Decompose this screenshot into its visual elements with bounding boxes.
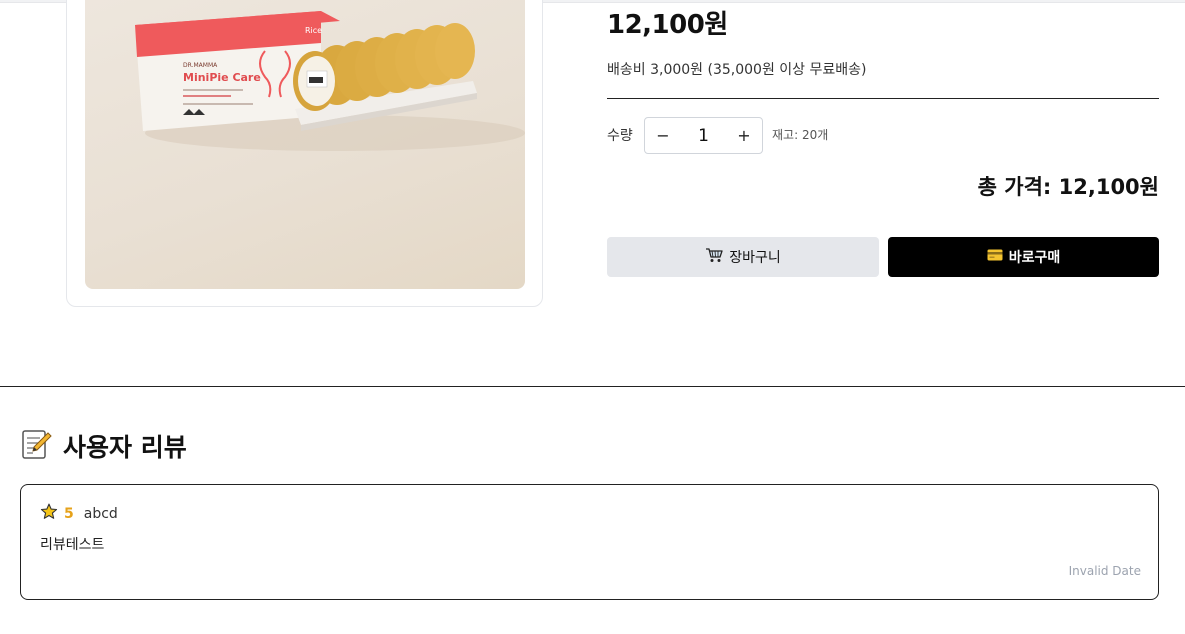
quantity-value[interactable]: 1 — [681, 126, 726, 146]
credit-card-icon — [987, 249, 1003, 265]
review-body: 리뷰테스트 — [40, 537, 105, 553]
box-variant: Rice — [305, 26, 322, 35]
product-photo: DR.MAMMA MiniPie Care Rice — [135, 11, 525, 151]
review-header: 5 abcd — [40, 503, 118, 524]
section-divider — [0, 386, 1185, 387]
quantity-stepper: − 1 + — [644, 117, 763, 154]
product-image: DR.MAMMA MiniPie Care Rice — [85, 0, 525, 289]
reviews-title: 사용자 리뷰 — [63, 433, 187, 462]
memo-icon — [21, 428, 53, 464]
total-price: 총 가격: 12,100원 — [977, 175, 1159, 199]
cart-label: 장바구니 — [729, 250, 781, 266]
reviews-heading: 사용자 리뷰 — [21, 428, 187, 464]
review-card: 5 abcd 리뷰테스트 Invalid Date — [20, 484, 1159, 600]
review-rating: 5 — [64, 505, 74, 522]
product-image-card: DR.MAMMA MiniPie Care Rice — [66, 0, 543, 307]
stock-info: 재고: 20개 — [772, 128, 829, 142]
review-user: abcd — [83, 505, 118, 522]
review-date: Invalid Date — [1068, 564, 1141, 578]
box-product-name: MiniPie Care — [183, 71, 261, 84]
quantity-label: 수량 — [607, 128, 633, 144]
buy-now-button[interactable]: 바로구매 — [888, 237, 1159, 277]
box-brand: DR.MAMMA — [183, 62, 218, 69]
shopping-cart-icon — [705, 247, 723, 267]
increment-button[interactable]: + — [726, 118, 762, 153]
product-price: 12,100원 — [607, 10, 728, 40]
decrement-button[interactable]: − — [645, 118, 681, 153]
shipping-info: 배송비 3,000원 (35,000원 이상 무료배송) — [607, 62, 867, 78]
add-to-cart-button[interactable]: 장바구니 — [607, 237, 879, 277]
star-icon — [40, 503, 58, 524]
divider — [607, 98, 1159, 99]
buy-label: 바로구매 — [1008, 250, 1061, 266]
